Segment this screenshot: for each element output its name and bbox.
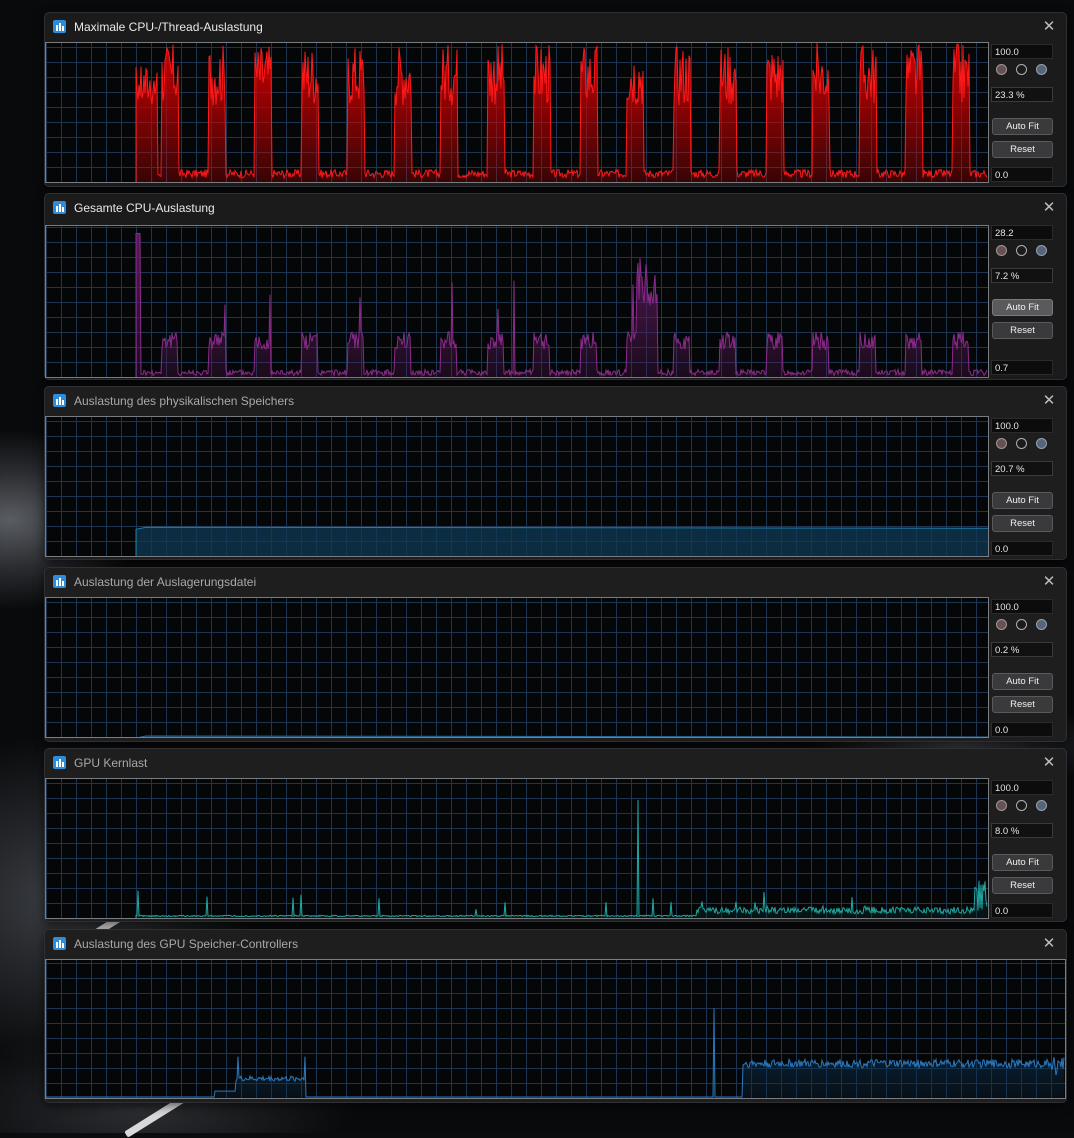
color-selector	[991, 438, 1053, 450]
reset-button[interactable]: Reset	[992, 696, 1053, 713]
current-value-field: 8.0 %	[991, 823, 1053, 838]
max-value-field[interactable]: 100.0	[991, 780, 1053, 795]
close-icon[interactable]: ✕	[1039, 198, 1059, 218]
min-value-field[interactable]: 0.0	[991, 903, 1053, 918]
graph-canvas	[46, 226, 988, 377]
window-title: GPU Kernlast	[74, 756, 148, 770]
max-value-field[interactable]: 100.0	[991, 418, 1053, 433]
close-icon[interactable]: ✕	[1039, 934, 1059, 954]
monitor-window[interactable]: Auslastung des GPU Speicher-Controllers …	[44, 929, 1067, 1103]
close-icon[interactable]: ✕	[1039, 753, 1059, 773]
graph-controls: 100.0 8.0 % Auto Fit Reset 0.0	[991, 780, 1057, 921]
reset-button[interactable]: Reset	[992, 515, 1053, 532]
graph-canvas	[46, 43, 988, 182]
reset-button[interactable]: Reset	[992, 141, 1053, 158]
auto-fit-button[interactable]: Auto Fit	[992, 492, 1053, 509]
app-icon	[53, 575, 66, 588]
window-titlebar[interactable]: Auslastung des physikalischen Speichers …	[45, 387, 1066, 415]
color-dot-2[interactable]	[1016, 245, 1027, 256]
plot-grid	[46, 226, 988, 377]
min-value-field[interactable]: 0.7	[991, 360, 1053, 375]
window-title: Auslastung des GPU Speicher-Controllers	[74, 937, 299, 951]
auto-fit-button[interactable]: Auto Fit	[992, 118, 1053, 135]
window-titlebar[interactable]: Auslastung des GPU Speicher-Controllers …	[45, 930, 1066, 958]
usage-graph	[45, 42, 989, 183]
close-icon[interactable]: ✕	[1039, 572, 1059, 592]
graph-controls: 100.0 0.2 % Auto Fit Reset 0.0	[991, 599, 1057, 740]
monitor-window[interactable]: Auslastung des physikalischen Speichers …	[44, 386, 1067, 560]
graph-canvas	[46, 779, 988, 918]
color-selector	[991, 619, 1053, 631]
color-dot-2[interactable]	[1016, 800, 1027, 811]
usage-graph	[45, 597, 989, 738]
color-selector	[991, 800, 1053, 812]
usage-graph	[45, 225, 989, 378]
usage-area	[136, 527, 988, 556]
min-value-field[interactable]: 0.0	[991, 541, 1053, 556]
plot-grid	[46, 598, 988, 737]
color-dot-3[interactable]	[1036, 800, 1047, 811]
window-titlebar[interactable]: Maximale CPU-/Thread-Auslastung ✕	[45, 13, 1066, 41]
color-selector	[991, 245, 1053, 257]
monitor-window[interactable]: Auslastung der Auslagerungsdatei ✕ 100.0…	[44, 567, 1067, 742]
graph-controls: 100.0 23.3 % Auto Fit Reset 0.0	[991, 44, 1057, 185]
usage-graph	[45, 416, 989, 557]
color-dot-1[interactable]	[996, 64, 1007, 75]
graph-canvas	[46, 960, 1065, 1098]
usage-graph	[45, 959, 1066, 1099]
app-icon	[53, 756, 66, 769]
window-titlebar[interactable]: Auslastung der Auslagerungsdatei ✕	[45, 568, 1066, 596]
max-value-field[interactable]: 28.2	[991, 225, 1053, 240]
app-icon	[53, 20, 66, 33]
window-titlebar[interactable]: GPU Kernlast ✕	[45, 749, 1066, 777]
close-icon[interactable]: ✕	[1039, 391, 1059, 411]
color-dot-3[interactable]	[1036, 438, 1047, 449]
color-dot-1[interactable]	[996, 245, 1007, 256]
window-title: Gesamte CPU-Auslastung	[74, 201, 215, 215]
monitor-window[interactable]: GPU Kernlast ✕ 100.0 8.0 % Auto Fit Rese…	[44, 748, 1067, 922]
current-value-field: 0.2 %	[991, 642, 1053, 657]
usage-graph	[45, 778, 989, 919]
graph-canvas	[46, 598, 988, 737]
auto-fit-button[interactable]: Auto Fit	[992, 299, 1053, 316]
window-title: Maximale CPU-/Thread-Auslastung	[74, 20, 263, 34]
color-dot-3[interactable]	[1036, 619, 1047, 630]
window-title: Auslastung des physikalischen Speichers	[74, 394, 295, 408]
window-titlebar[interactable]: Gesamte CPU-Auslastung ✕	[45, 194, 1066, 222]
app-icon	[53, 394, 66, 407]
auto-fit-button[interactable]: Auto Fit	[992, 673, 1053, 690]
color-dot-2[interactable]	[1016, 64, 1027, 75]
reset-button[interactable]: Reset	[992, 877, 1053, 894]
plot-grid	[46, 779, 988, 918]
color-dot-3[interactable]	[1036, 64, 1047, 75]
current-value-field: 23.3 %	[991, 87, 1053, 102]
min-value-field[interactable]: 0.0	[991, 722, 1053, 737]
app-icon	[53, 201, 66, 214]
color-selector	[991, 64, 1053, 76]
color-dot-3[interactable]	[1036, 245, 1047, 256]
monitor-window[interactable]: Gesamte CPU-Auslastung ✕ 28.2 7.2 % Auto…	[44, 193, 1067, 380]
color-dot-1[interactable]	[996, 438, 1007, 449]
color-dot-1[interactable]	[996, 800, 1007, 811]
max-value-field[interactable]: 100.0	[991, 599, 1053, 614]
auto-fit-button[interactable]: Auto Fit	[992, 854, 1053, 871]
max-value-field[interactable]: 100.0	[991, 44, 1053, 59]
graph-controls: 28.2 7.2 % Auto Fit Reset 0.7	[991, 225, 1057, 378]
window-title: Auslastung der Auslagerungsdatei	[74, 575, 257, 589]
current-value-field: 20.7 %	[991, 461, 1053, 476]
close-icon[interactable]: ✕	[1039, 17, 1059, 37]
app-icon	[53, 937, 66, 950]
current-value-field: 7.2 %	[991, 268, 1053, 283]
graph-controls: 100.0 20.7 % Auto Fit Reset 0.0	[991, 418, 1057, 559]
reset-button[interactable]: Reset	[992, 322, 1053, 339]
plot-grid	[46, 43, 988, 182]
color-dot-1[interactable]	[996, 619, 1007, 630]
graph-canvas	[46, 417, 988, 556]
min-value-field[interactable]: 0.0	[991, 167, 1053, 182]
color-dot-2[interactable]	[1016, 619, 1027, 630]
color-dot-2[interactable]	[1016, 438, 1027, 449]
monitor-window[interactable]: Maximale CPU-/Thread-Auslastung ✕ 100.0 …	[44, 12, 1067, 187]
